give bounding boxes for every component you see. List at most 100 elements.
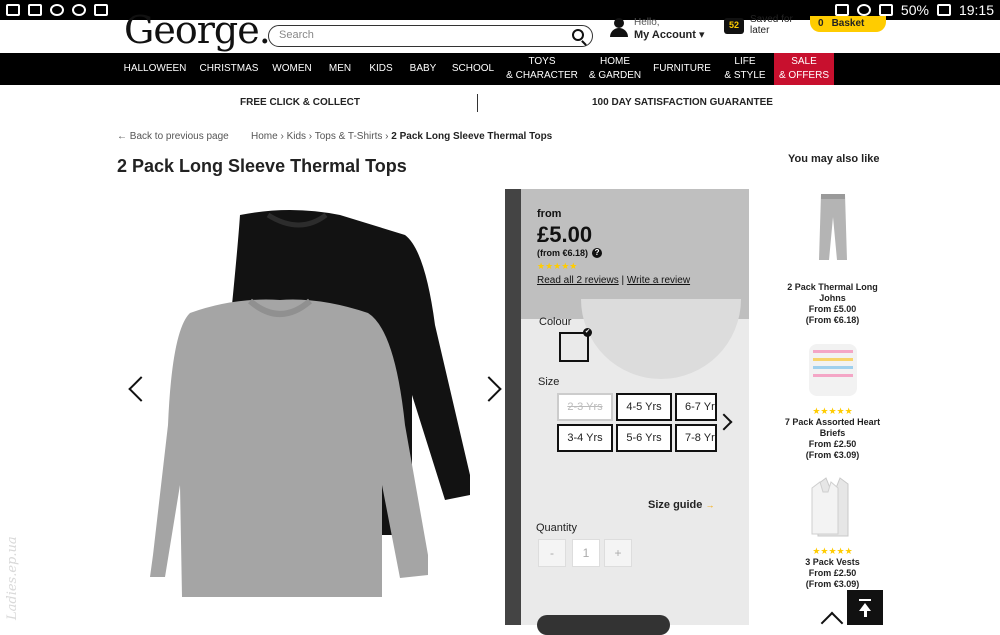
arrow-right-icon: →	[705, 500, 715, 510]
quantity-field[interactable]: 1	[572, 539, 600, 567]
product-price-eur: (from €6.18)	[537, 248, 589, 258]
related-name: 2 Pack Thermal Long Johns	[787, 282, 878, 303]
saved-count: 52	[724, 18, 744, 34]
related-price-eur: (From €3.09)	[805, 450, 860, 460]
account-menu[interactable]: Hello, My Account ▾	[610, 16, 705, 42]
status-icons-left	[6, 4, 108, 16]
panel-shadow	[505, 189, 521, 625]
nav-item-women[interactable]: WOMEN	[268, 53, 316, 85]
account-hello: Hello,	[634, 17, 660, 28]
related-item[interactable]: 2 Pack Thermal Long Johns From £5.00 (Fr…	[780, 192, 885, 326]
nav-item-sale[interactable]: SALE & OFFERS	[774, 53, 834, 85]
related-item[interactable]: ★★★★★ 7 Pack Assorted Heart Briefs From …	[780, 340, 885, 461]
write-review-link[interactable]: Write a review	[627, 275, 690, 286]
related-title: You may also like	[788, 153, 880, 165]
nav-item-christmas[interactable]: CHRISTMAS	[196, 53, 262, 85]
read-reviews-link[interactable]: Read all 2 reviews	[537, 275, 619, 286]
heart-icon: 52	[724, 14, 744, 34]
george-logo[interactable]: George.	[124, 8, 271, 52]
nav-item-kids[interactable]: KIDS	[364, 53, 398, 85]
page-title: 2 Pack Long Sleeve Thermal Tops	[117, 156, 407, 176]
account-label[interactable]: My Account	[634, 29, 696, 41]
related-price-eur: (From €3.09)	[805, 579, 860, 589]
site-header: George. Search Hello, My Account ▾ 52 Sa…	[0, 8, 1000, 53]
watermark: Ladies.ep.ua	[5, 536, 20, 620]
panel-knit-texture	[521, 299, 749, 625]
related-price: From £2.50	[808, 439, 857, 449]
arrow-up-icon	[859, 602, 871, 611]
related-price-eur: (From €6.18)	[805, 315, 860, 325]
quantity-decrease-button[interactable]: -	[538, 539, 566, 567]
nav-item-baby[interactable]: BABY	[404, 53, 442, 85]
check-icon: ✔	[583, 328, 592, 337]
moon-icon	[50, 4, 64, 16]
nav-item-furniture[interactable]: FURNITURE	[652, 53, 712, 85]
related-item[interactable]: ★★★★★ 3 Pack Vests From £2.50 (From €3.0…	[780, 476, 885, 590]
breadcrumb-category[interactable]: Tops & T-Shirts	[315, 131, 383, 142]
battery-icon	[936, 4, 951, 16]
size-option[interactable]: 5-6 Yrs	[616, 424, 672, 452]
colour-label: Colour	[539, 316, 572, 328]
help-icon[interactable]: ?	[592, 248, 603, 258]
quantity-label: Quantity	[536, 522, 577, 534]
promo-guarantee[interactable]: 100 DAY SATISFACTION GUARANTEE	[592, 97, 773, 108]
size-option[interactable]: 3-4 Yrs	[557, 424, 613, 452]
clock: 19:15	[958, 2, 994, 18]
search-placeholder: Search	[279, 29, 314, 41]
price-block: from £5.00 (from €6.18)? ★★★★★ Read all …	[537, 208, 690, 286]
breadcrumb-current: 2 Pack Long Sleeve Thermal Tops	[391, 131, 553, 142]
product-price: £5.00	[537, 222, 593, 247]
gallery-icon	[28, 4, 42, 16]
promo-divider	[477, 94, 478, 112]
from-label: from	[537, 208, 562, 220]
related-price: From £2.50	[808, 568, 857, 578]
promo-click-collect[interactable]: FREE CLICK & COLLECT	[240, 97, 360, 108]
quantity-increase-button[interactable]: +	[604, 539, 632, 567]
related-stars: ★★★★★	[812, 546, 853, 556]
size-option[interactable]: 2-3 Yrs	[557, 393, 613, 421]
size-guide-link[interactable]: Size guide →	[648, 499, 714, 511]
nav-item-home[interactable]: HOME & GARDEN	[584, 53, 646, 85]
product-stars: ★★★★★	[537, 261, 578, 271]
back-link[interactable]: ← Back to previous page	[117, 131, 229, 142]
main-nav: HALLOWEEN CHRISTMAS WOMEN MEN KIDS BABY …	[0, 53, 1000, 85]
saved-for-later[interactable]: 52 Saved for later	[724, 14, 793, 36]
battery-level: 50%	[900, 2, 929, 18]
user-icon	[610, 16, 628, 38]
saved-label-2: later	[750, 25, 770, 36]
related-name: 7 Pack Assorted Heart Briefs	[784, 417, 881, 438]
back-to-top-button[interactable]	[847, 590, 883, 625]
size-option[interactable]: 7-8 Yrs	[675, 424, 717, 452]
size-guide-label: Size guide	[648, 499, 703, 511]
add-to-basket-button[interactable]	[537, 615, 670, 635]
mute-icon	[834, 4, 849, 16]
gallery-next-arrow-icon[interactable]	[486, 376, 500, 400]
nav-item-men[interactable]: MEN	[322, 53, 358, 85]
basket-button[interactable]: 0 Basket	[810, 16, 886, 32]
nav-item-toys[interactable]: TOYS & CHARACTER	[506, 53, 578, 85]
basket-count: 0	[818, 18, 824, 29]
related-price: From £5.00	[808, 304, 857, 314]
related-image	[818, 194, 847, 260]
nav-item-halloween[interactable]: HALLOWEEN	[118, 53, 192, 85]
related-image	[808, 344, 857, 396]
back-arrow-icon: ←	[117, 131, 127, 142]
review-separator: |	[621, 275, 625, 286]
wifi-icon	[856, 4, 871, 16]
product-image	[150, 210, 470, 597]
size-option[interactable]: 4-5 Yrs	[616, 393, 672, 421]
basket-label: Basket	[831, 18, 865, 29]
search-input[interactable]: Search	[268, 25, 593, 47]
photo-icon	[94, 4, 108, 16]
search-icon[interactable]	[572, 29, 584, 41]
nav-item-life[interactable]: LIFE & STYLE	[720, 53, 770, 85]
promo-bar: FREE CLICK & COLLECT 100 DAY SATISFACTIO…	[0, 92, 1000, 114]
breadcrumb-kids[interactable]: Kids	[287, 131, 306, 142]
size-next-arrow-icon[interactable]	[720, 412, 732, 432]
nav-item-school[interactable]: SCHOOL	[448, 53, 498, 85]
volume-icon	[6, 4, 20, 16]
gallery-prev-arrow-icon[interactable]	[128, 376, 142, 400]
saved-label-1: Saved for	[750, 14, 793, 25]
breadcrumb-home[interactable]: Home	[251, 131, 278, 142]
size-option[interactable]: 6-7 Yrs	[675, 393, 717, 421]
